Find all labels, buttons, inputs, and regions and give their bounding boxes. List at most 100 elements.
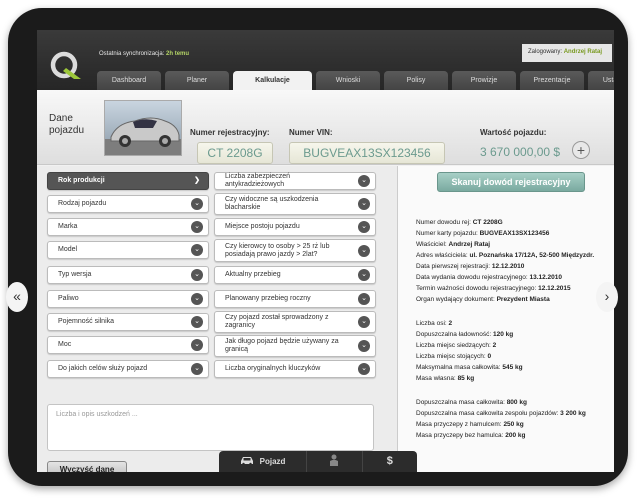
select-moc[interactable]: Moc ⌄ [47,336,209,354]
app-screen: Ostatnia synchronizacja: 2h temu Zalogow… [37,30,614,472]
vehicle-section-title: Dane pojazdu [49,113,85,136]
select-sprowadzony[interactable]: Czy pojazd został sprowadzony z zagranic… [214,311,376,333]
select-label: Aktualny przebieg [225,271,281,278]
tab-prezentacje[interactable]: Prezentacje [520,71,584,90]
chevron-down-icon: ⌄ [191,269,203,281]
select-pojemnosc-silnika[interactable]: Pojemność silnika ⌄ [47,313,209,331]
select-label: Pojemność silnika [58,318,115,325]
select-label: Planowany przebieg roczny [225,295,311,302]
select-model[interactable]: Model ⌄ [47,241,209,259]
chevron-down-icon: ⌄ [191,244,203,256]
sync-value: 2h temu [166,51,190,57]
chevron-down-icon: ⌄ [191,363,203,375]
document-panel: Skanuj dowód rejestracyjny Numer dowodu … [397,166,614,472]
select-miejsce-postoju[interactable]: Miejsce postoju pojazdu ⌄ [214,218,376,236]
calculation-form: Rok produkcji ❯ Rodzaj pojazdu ⌄ Marka ⌄ Mo… [37,166,397,472]
select-label: Czy widoczne są uszkodzenia blacharskie [225,196,319,211]
select-kluczyki[interactable]: Liczba oryginalnych kluczyków ⌄ [214,360,376,378]
chevron-down-icon: ⌄ [358,244,370,257]
select-rodzaj-pojazdu[interactable]: Rodzaj pojazdu ⌄ [47,195,209,213]
select-label: Jak długo pojazd będzie używany za grani… [225,338,339,353]
mass-row: Masa przyczepy z hamulcem: 250 kg [416,421,524,428]
tab-prowizje[interactable]: Prowizje [452,71,516,90]
nav-vehicle[interactable]: Pojazd [219,451,308,472]
chevron-down-icon: ⌄ [358,269,370,281]
axle-row: Liczba miejsc siedzących: 2 [416,342,497,349]
select-wiek-kierowcow[interactable]: Czy kierowcy to osoby > 25 rż lub posiad… [214,239,376,262]
select-aktualny-przebieg[interactable]: Aktualny przebieg ⌄ [214,266,376,284]
user-label: Zalogowany: [528,49,563,55]
select-uzywany-za-granica[interactable]: Jak długo pojazd będzie używany za grani… [214,335,376,357]
car-icon [240,457,253,466]
person-icon [330,454,339,466]
next-arrow-icon[interactable]: › [596,282,618,312]
chevron-down-icon: ⌄ [358,363,370,375]
axle-row: Liczba miejsc stojących: 0 [416,353,492,360]
select-label: Typ wersja [58,271,92,278]
select-rok-produkcji[interactable]: Rok produkcji ❯ [47,172,209,190]
select-uszkodzenia-blacharskie[interactable]: Czy widoczne są uszkodzenia blacharskie ⌄ [214,193,376,215]
doc-row: Adres właściciela: ul. Poznańska 17/12A,… [416,252,595,259]
chevron-down-icon: ⌄ [191,198,203,210]
bottom-nav: Pojazd $ [219,451,417,472]
logged-in-user[interactable]: Zalogowany: Andrzej Rataj [522,44,612,62]
tab-kalkulacje[interactable]: Kalkulacje [233,71,312,90]
select-label: Czy pojazd został sprowadzony z zagranic… [225,314,329,329]
tab-wnioski[interactable]: Wnioski [316,71,380,90]
tab-dashboard[interactable]: Dashboard [97,71,161,90]
chevron-down-icon: ⌄ [191,221,203,233]
chevron-down-icon: ⌄ [191,316,203,328]
registration-label: Numer rejestracyjny: [190,128,270,137]
chevron-down-icon: ⌄ [191,293,203,305]
mass-row: Dopuszczalna masa całkowita zespołu poja… [416,410,586,417]
chevron-down-icon: ⌄ [358,175,370,187]
axle-row: Masa własna: 85 kg [416,375,475,382]
doc-row: Właściciel: Andrzej Rataj [416,241,491,248]
main-tabs: Dashboard Planer Kalkulacje Wnioski Poli… [97,71,614,90]
doc-row: Termin ważności dowodu rejestracyjnego: … [416,285,571,292]
dollar-icon: $ [386,455,393,467]
vin-field[interactable]: BUGVEAX13SX123456 [289,142,445,164]
select-label: Paliwo [58,295,79,302]
chevron-down-icon: ⌄ [358,316,370,328]
clear-data-button[interactable]: Wyczyść dane [47,461,127,472]
select-zabezpieczenia[interactable]: Liczba zabezpieczeń antykradzieżowych ⌄ [214,172,376,190]
app-logo [50,51,81,79]
prev-arrow-icon[interactable]: « [6,282,28,312]
axle-row: Liczba osi: 2 [416,320,453,327]
tab-polisy[interactable]: Polisy [384,71,448,90]
car-photo [104,100,182,156]
tablet-frame: Ostatnia synchronizacja: 2h temu Zalogow… [6,8,628,486]
doc-row: Data wydania dowodu rejestracyjnego: 13.… [416,274,563,281]
registration-field[interactable]: CT 2208G [197,142,273,164]
select-label: Miejsce postoju pojazdu [225,223,300,230]
sync-label: Ostatnia synchronizacja: [99,51,165,57]
nav-person[interactable] [307,451,363,472]
select-planowany-przebieg[interactable]: Planowany przebieg roczny ⌄ [214,290,376,308]
select-cel-uzytkowania[interactable]: Do jakich celów służy pojazd ⌄ [47,360,209,378]
select-typ-wersja[interactable]: Typ wersja ⌄ [47,266,209,284]
chevron-down-icon: ⌄ [191,339,203,351]
select-marka[interactable]: Marka ⌄ [47,218,209,236]
vin-label: Numer VIN: [289,128,333,137]
tab-ustawienia[interactable]: Ustawienia [588,71,614,90]
add-value-button[interactable]: + [572,141,590,159]
select-label: Liczba oryginalnych kluczyków [225,365,321,372]
damage-notes-input[interactable]: Liczba i opis uszkodzeń ... [47,404,374,451]
doc-row: Numer dowodu rej: CT 2208G [416,219,503,226]
select-label: Moc [58,341,72,348]
doc-row: Organ wydający dokument: Prezydent Miast… [416,296,550,303]
tab-planer[interactable]: Planer [165,71,229,90]
nav-money[interactable]: $ [363,451,417,472]
axle-row: Maksymalna masa całkowita: 545 kg [416,364,523,371]
mass-row: Dopuszczalna masa całkowita: 800 kg [416,399,527,406]
scan-document-button[interactable]: Skanuj dowód rejestracyjny [437,172,585,192]
mass-row: Masa przyczepy bez hamulca: 200 kg [416,432,526,439]
doc-row: Numer karty pojazdu: BUGVEAX13SX123456 [416,230,550,237]
select-paliwo[interactable]: Paliwo ⌄ [47,290,209,308]
select-label: Marka [58,223,78,230]
select-label: Model [58,246,78,253]
select-label: Rodzaj pojazdu [58,200,107,207]
chevron-down-icon: ⌄ [358,221,370,233]
chevron-down-icon: ⌄ [358,293,370,305]
